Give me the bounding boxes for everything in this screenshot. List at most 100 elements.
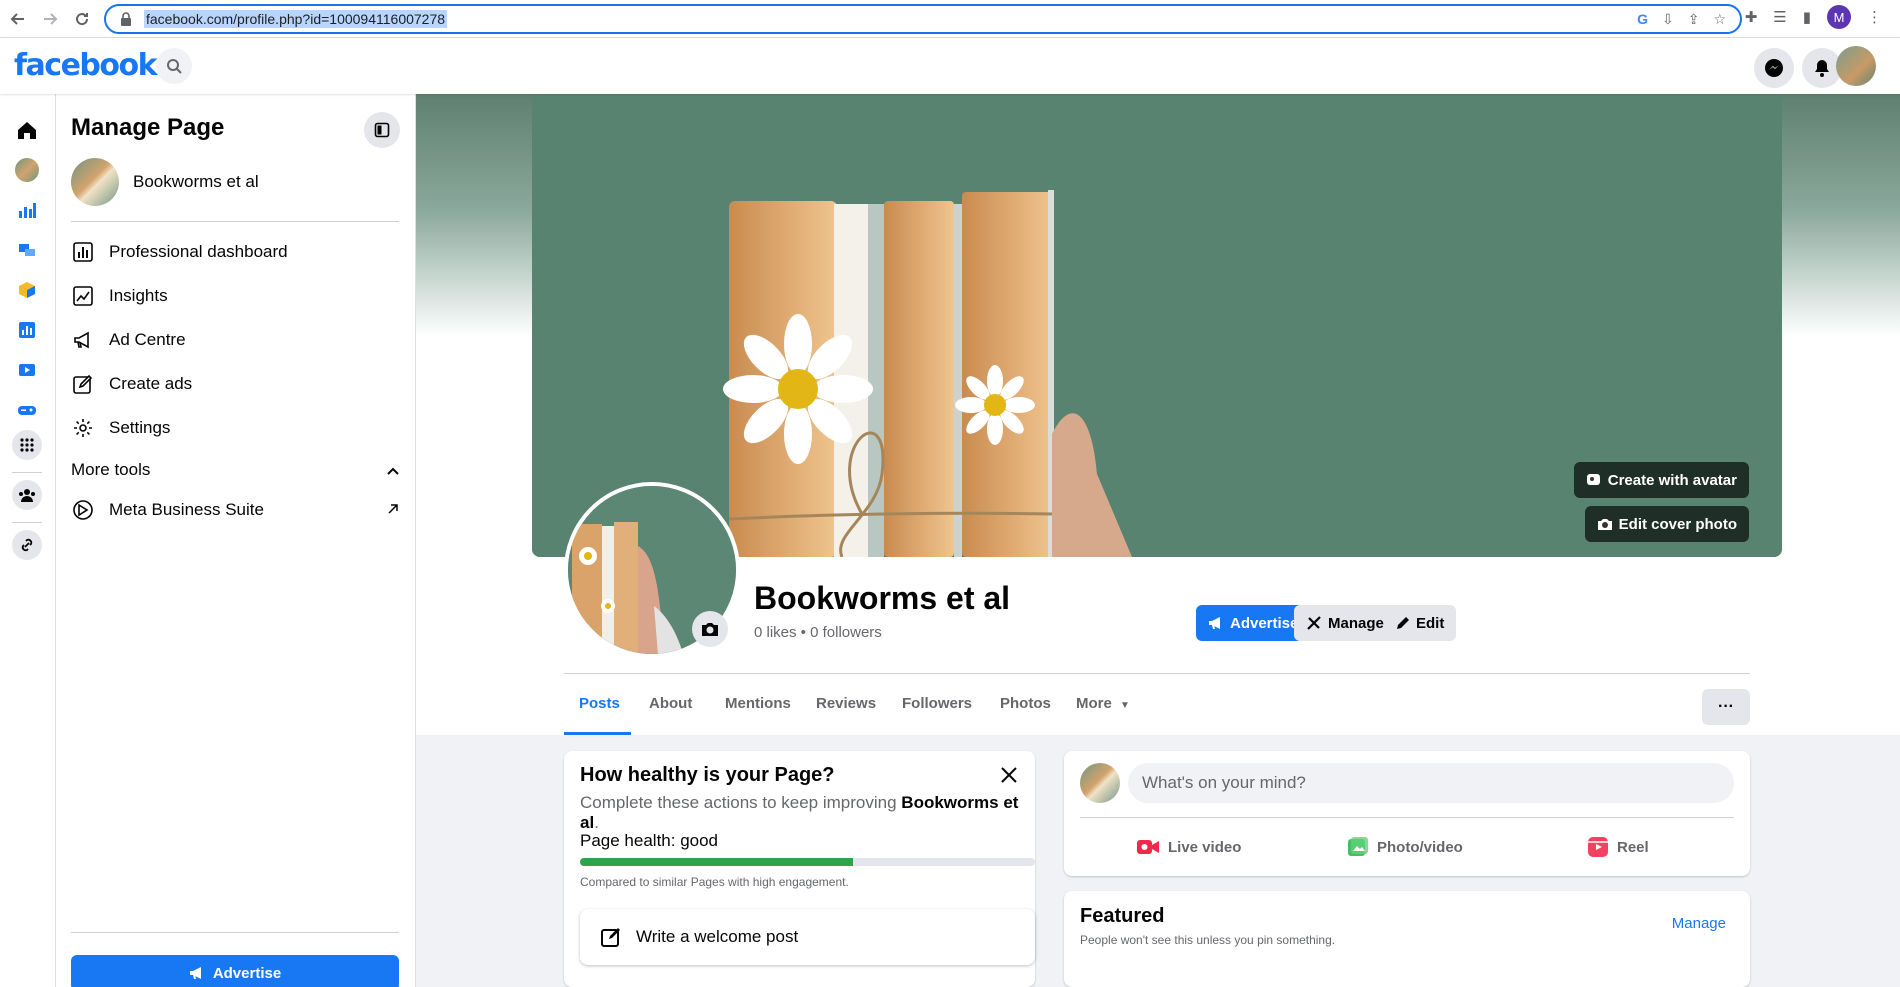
side-panel-icon[interactable]: ▮	[1803, 8, 1811, 26]
collapse-panel-button[interactable]	[364, 112, 400, 148]
menu-meta-business-suite[interactable]: Meta Business Suite	[71, 490, 399, 530]
panel-divider	[71, 221, 399, 222]
live-video-button[interactable]: Live video	[1136, 827, 1241, 867]
video-play-icon[interactable]	[13, 356, 41, 384]
sidebar-advertise-button[interactable]: Advertise	[71, 955, 399, 987]
tab-followers[interactable]: Followers	[902, 695, 972, 712]
megaphone-icon	[1209, 617, 1220, 629]
manage-button[interactable]: Manage	[1294, 605, 1396, 641]
all-tools-grid-icon[interactable]	[12, 430, 42, 460]
composer-divider	[1080, 817, 1734, 818]
photo-video-label: Photo/video	[1377, 838, 1463, 856]
write-welcome-post-button[interactable]: Write a welcome post	[580, 909, 1035, 965]
extensions-icon[interactable]: ✚	[1745, 8, 1758, 26]
cover-photo[interactable]: Create with avatar Edit cover photo	[532, 94, 1782, 557]
photo-video-button[interactable]: Photo/video	[1347, 827, 1463, 867]
camera-icon	[1597, 519, 1612, 530]
advertise-label: Advertise	[212, 964, 282, 982]
health-progress-bar	[580, 858, 1035, 866]
address-bar[interactable]: facebook.com/profile.php?id=100094116007…	[104, 4, 1742, 34]
menu-ad-centre[interactable]: Ad Centre	[71, 320, 399, 360]
browser-toolbar: facebook.com/profile.php?id=100094116007…	[0, 0, 1900, 38]
featured-subtitle: People won't see this unless you pin som…	[1080, 933, 1336, 947]
home-icon[interactable]	[13, 116, 41, 144]
groups-icon[interactable]	[12, 480, 42, 510]
reel-button[interactable]: Reel	[1587, 827, 1649, 867]
tab-posts[interactable]: Posts	[579, 695, 620, 712]
messenger-button[interactable]	[1754, 48, 1794, 88]
edit-label: Edit	[1416, 614, 1445, 632]
gaming-icon[interactable]	[13, 396, 41, 424]
share-icon[interactable]: ⇪	[1688, 11, 1700, 28]
forward-icon[interactable]	[36, 5, 64, 33]
page-title: Bookworms et al	[754, 580, 1011, 616]
more-options-button[interactable]: ···	[1702, 689, 1750, 725]
edit-button[interactable]: Edit	[1384, 605, 1457, 641]
menu-label: Professional dashboard	[109, 242, 288, 261]
page-switcher[interactable]: Bookworms et al	[71, 158, 259, 206]
messenger-icon	[1765, 59, 1783, 77]
tab-mentions[interactable]: Mentions	[725, 695, 791, 712]
facebook-logo[interactable]: facebook	[14, 48, 158, 83]
menu-professional-dashboard[interactable]: Professional dashboard	[71, 232, 399, 272]
menu-insights[interactable]: Insights	[71, 276, 399, 316]
update-profile-picture-button[interactable]	[692, 611, 728, 647]
menu-label: Ad Centre	[109, 330, 186, 349]
close-button[interactable]	[995, 761, 1023, 789]
menu-label: Settings	[109, 418, 171, 437]
page-stats[interactable]: 0 likes • 0 followers	[754, 624, 882, 641]
advertise-label: Advertise	[1230, 614, 1299, 632]
bookmark-star-icon[interactable]: ☆	[1713, 11, 1726, 28]
composer-avatar[interactable]	[1080, 763, 1120, 803]
bar-chart-icon[interactable]	[13, 196, 41, 224]
content-icon[interactable]	[13, 236, 41, 264]
search-icon	[167, 59, 182, 74]
reel-icon	[1588, 837, 1608, 857]
menu-settings[interactable]: Settings	[71, 408, 399, 448]
health-subtitle-text: Complete these actions to keep improving	[580, 793, 902, 812]
health-progress-fill	[580, 858, 853, 866]
more-tools-label: More tools	[71, 460, 151, 479]
reading-list-icon[interactable]: ☰	[1773, 8, 1786, 26]
featured-manage-link[interactable]: Manage	[1672, 915, 1726, 932]
back-icon[interactable]	[4, 5, 32, 33]
cube-icon[interactable]	[13, 276, 41, 304]
live-video-label: Live video	[1168, 838, 1242, 856]
health-note: Compared to similar Pages with high enga…	[580, 875, 849, 889]
account-avatar[interactable]	[1836, 46, 1876, 86]
browser-profile-avatar[interactable]: M	[1827, 5, 1851, 29]
caret-down-icon: ▼	[1120, 700, 1130, 711]
install-icon[interactable]: ⇩	[1662, 11, 1674, 28]
tab-about[interactable]: About	[649, 695, 692, 712]
page-avatar	[71, 158, 119, 206]
menu-label: Meta Business Suite	[109, 500, 264, 519]
search-button[interactable]	[156, 48, 192, 84]
external-link-icon	[387, 500, 399, 520]
reload-icon[interactable]	[68, 5, 96, 33]
composer-input[interactable]: What's on your mind?	[1128, 763, 1734, 803]
panel-divider	[71, 932, 399, 933]
edit-cover-photo-button[interactable]: Edit cover photo	[1584, 506, 1749, 542]
tabs-divider	[564, 673, 1750, 674]
more-tools-toggle[interactable]: More tools	[71, 460, 399, 480]
insights-chart-icon[interactable]	[13, 316, 41, 344]
tab-more-label: More	[1076, 695, 1112, 712]
health-status: Page health: good	[580, 831, 719, 850]
featured-title: Featured	[1080, 905, 1165, 927]
live-video-icon	[1137, 840, 1159, 854]
health-subtitle-suffix: .	[594, 813, 599, 832]
kebab-menu-icon[interactable]: ⋮	[1867, 8, 1882, 26]
tab-photos[interactable]: Photos	[1000, 695, 1051, 712]
camera-icon	[702, 623, 718, 636]
tab-reviews[interactable]: Reviews	[816, 695, 876, 712]
tab-more[interactable]: More ▼	[1076, 695, 1130, 712]
main-content: Create with avatar Edit cover photo Book…	[416, 94, 1900, 987]
page-avatar-icon[interactable]	[13, 156, 41, 184]
menu-create-ads[interactable]: Create ads	[71, 364, 399, 404]
google-icon[interactable]: G	[1637, 11, 1648, 28]
tools-icon	[1307, 616, 1321, 630]
create-with-avatar-label: Create with avatar	[1607, 471, 1737, 489]
link-icon[interactable]	[12, 530, 42, 560]
menu-label: Create ads	[109, 374, 193, 393]
create-with-avatar-button[interactable]: Create with avatar	[1573, 462, 1749, 498]
